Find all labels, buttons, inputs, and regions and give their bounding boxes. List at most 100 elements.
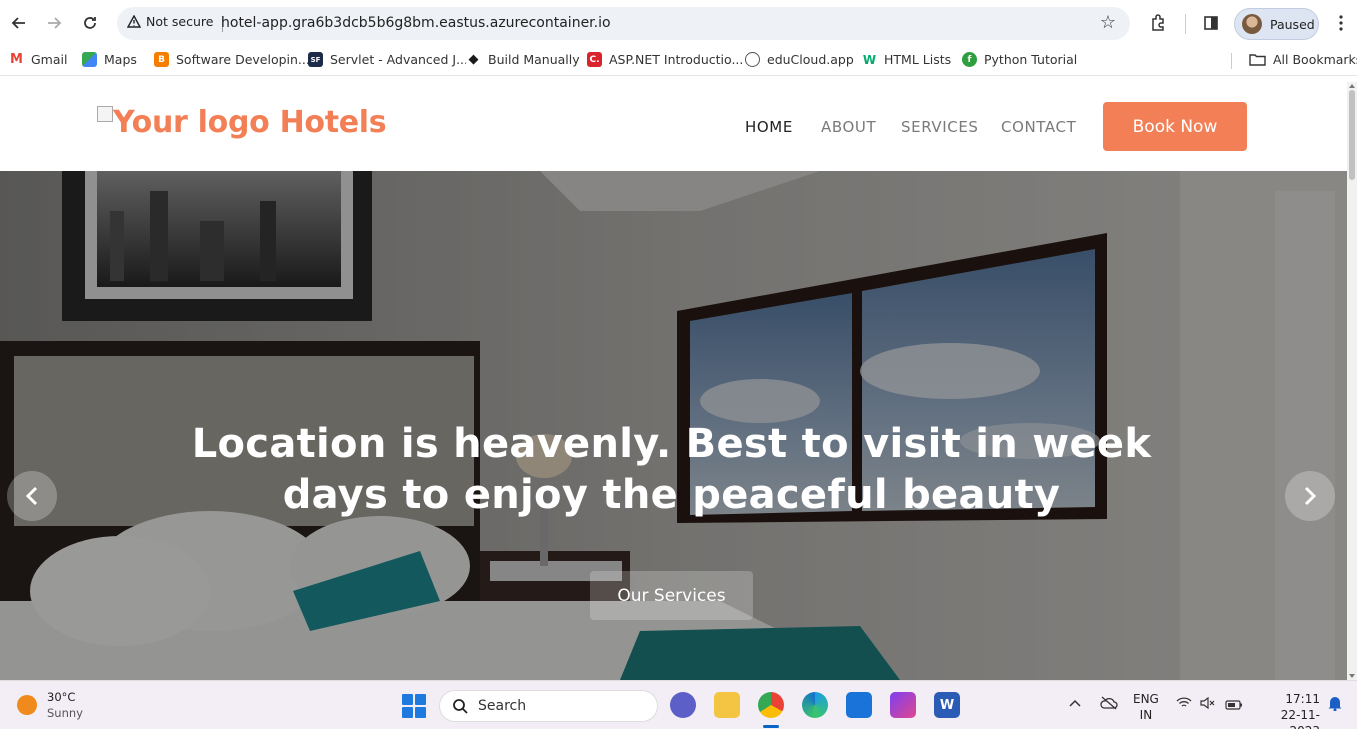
avatar xyxy=(1242,14,1262,34)
hero-title-line-1: Location is heavenly. Best to visit in w… xyxy=(191,421,1152,467)
scroll-down-icon[interactable] xyxy=(1349,674,1355,678)
active-app-indicator xyxy=(763,725,779,728)
hero-title: Location is heavenly. Best to visit in w… xyxy=(180,419,1163,521)
book-now-button[interactable]: Book Now xyxy=(1103,102,1247,151)
all-bookmarks[interactable]: All Bookmarks xyxy=(1249,52,1357,67)
battery-icon[interactable] xyxy=(1225,698,1243,714)
our-services-button[interactable]: Our Services xyxy=(590,571,753,620)
maps-icon xyxy=(82,52,97,67)
chrome-icon[interactable] xyxy=(758,692,784,718)
edge-icon[interactable] xyxy=(802,692,828,718)
language-line-2: IN xyxy=(1139,708,1153,722)
security-label: Not secure xyxy=(146,14,214,29)
nav-contact[interactable]: CONTACT xyxy=(1001,118,1076,136)
scroll-up-icon[interactable] xyxy=(1349,84,1355,88)
sun-icon xyxy=(17,695,37,715)
profile-button[interactable]: Paused xyxy=(1234,8,1319,40)
bookmark-educloud[interactable]: eduCloud.app xyxy=(745,52,854,67)
folder-icon xyxy=(1249,54,1266,66)
os-taskbar: 30°C Sunny Search W ENG IN 17:11 22-11-2… xyxy=(0,680,1357,729)
toolbar-divider xyxy=(1185,14,1186,34)
nav-about[interactable]: ABOUT xyxy=(821,118,876,136)
clipchamp-icon[interactable] xyxy=(890,692,916,718)
clock-date: 22-11-2023 xyxy=(1280,708,1320,729)
search-icon xyxy=(453,699,468,714)
bookmark-aspnet[interactable]: C. ASP.NET Introductio... xyxy=(587,52,743,67)
bookmark-maps[interactable]: Maps xyxy=(82,52,137,67)
bookmark-label: Gmail xyxy=(31,52,68,67)
chevron-right-icon xyxy=(1304,486,1317,506)
scroll-thumb[interactable] xyxy=(1349,90,1355,180)
bookmark-label: eduCloud.app xyxy=(767,52,854,67)
language-indicator[interactable]: ENG IN xyxy=(1133,691,1159,723)
menu-dots-icon[interactable] xyxy=(1327,9,1355,37)
security-indicator[interactable]: Not secure xyxy=(127,14,224,32)
volume-muted-icon[interactable] xyxy=(1200,696,1216,713)
nav-home[interactable]: HOME xyxy=(745,118,793,136)
python-tutorial-icon: f xyxy=(962,52,977,67)
build-icon: ◆ xyxy=(466,52,481,67)
forward-arrow-icon[interactable] xyxy=(40,9,68,37)
bookmark-gmail[interactable]: M Gmail xyxy=(9,52,67,67)
site-logo[interactable]: Your logo Hotels xyxy=(97,102,387,140)
carousel-prev-button[interactable] xyxy=(7,471,57,521)
meet-icon[interactable] xyxy=(670,692,696,718)
bookmark-label: Maps xyxy=(104,52,137,67)
search-placeholder: Search xyxy=(478,698,527,714)
show-hidden-icons-chevron-icon[interactable] xyxy=(1069,695,1081,711)
browser-toolbar: Not secure hotel-app.gra6b3dcb5b6g8bm.ea… xyxy=(0,0,1357,46)
extensions-icon[interactable] xyxy=(1144,9,1172,37)
all-bookmarks-label: All Bookmarks xyxy=(1273,52,1357,67)
file-explorer-icon[interactable] xyxy=(714,692,740,718)
bookmark-python-tutorial[interactable]: f Python Tutorial xyxy=(962,52,1077,67)
csharpcorner-icon: C. xyxy=(587,52,602,67)
address-bar[interactable]: Not secure hotel-app.gra6b3dcb5b6g8bm.ea… xyxy=(117,7,1130,40)
hero-title-line-2: days to enjoy the peaceful beauty xyxy=(282,472,1061,518)
bookmark-label: Software Developin... xyxy=(176,52,310,67)
clock-time: 17:11 xyxy=(1285,692,1320,706)
word-icon[interactable]: W xyxy=(934,692,960,718)
servlet-icon: SF xyxy=(308,52,323,67)
bookmark-label: HTML Lists xyxy=(884,52,952,67)
broken-image-icon xyxy=(97,106,113,122)
bookmark-software-developing[interactable]: B Software Developin... xyxy=(154,52,310,67)
weather-widget[interactable]: 30°C Sunny xyxy=(17,689,83,721)
blogger-icon: B xyxy=(154,52,169,67)
globe-icon xyxy=(745,52,760,67)
hero-carousel: Location is heavenly. Best to visit in w… xyxy=(0,171,1347,680)
bookmark-build-manually[interactable]: ◆ Build Manually xyxy=(466,52,580,67)
windows-start-icon[interactable] xyxy=(402,694,426,718)
wifi-icon[interactable] xyxy=(1176,697,1192,713)
nav-services[interactable]: SERVICES xyxy=(901,118,979,136)
system-clock[interactable]: 17:11 22-11-2023 xyxy=(1258,691,1320,729)
gmail-icon: M xyxy=(9,52,24,67)
site-navbar: Your logo Hotels HOME ABOUT SERVICES CON… xyxy=(0,82,1347,171)
taskbar-search[interactable]: Search xyxy=(439,690,658,722)
page-scrollbar[interactable] xyxy=(1347,82,1357,680)
mail-icon[interactable] xyxy=(846,692,872,718)
cloud-off-icon[interactable] xyxy=(1100,696,1118,714)
reload-icon[interactable] xyxy=(76,9,104,37)
bookmark-servlet[interactable]: SF Servlet - Advanced J... xyxy=(308,52,468,67)
language-line-1: ENG xyxy=(1133,692,1159,706)
webpage: Your logo Hotels HOME ABOUT SERVICES CON… xyxy=(0,82,1347,680)
url-text[interactable]: hotel-app.gra6b3dcb5b6g8bm.eastus.azurec… xyxy=(221,15,611,31)
notification-bell-icon[interactable] xyxy=(1328,695,1342,715)
carousel-next-button[interactable] xyxy=(1285,471,1335,521)
bookmark-label: Python Tutorial xyxy=(984,52,1078,67)
warning-icon xyxy=(127,15,141,28)
side-panel-icon[interactable] xyxy=(1197,9,1225,37)
chevron-left-icon xyxy=(25,486,38,506)
logo-alt-text: Your logo Hotels xyxy=(113,105,387,140)
weather-temp: 30°C xyxy=(47,690,76,704)
bookmark-label: Servlet - Advanced J... xyxy=(330,52,469,67)
profile-status: Paused xyxy=(1270,16,1315,32)
back-arrow-icon[interactable] xyxy=(5,9,33,37)
bookmarks-bar: M Gmail Maps B Software Developin... SF … xyxy=(0,46,1357,76)
bookmark-star-icon[interactable]: ☆ xyxy=(1100,12,1116,33)
weather-desc: Sunny xyxy=(47,706,83,720)
bookmark-html-lists[interactable]: W HTML Lists xyxy=(862,52,951,67)
bookmark-label: Build Manually xyxy=(488,52,580,67)
w3schools-icon: W xyxy=(862,52,877,67)
bookmark-divider xyxy=(1231,53,1232,69)
